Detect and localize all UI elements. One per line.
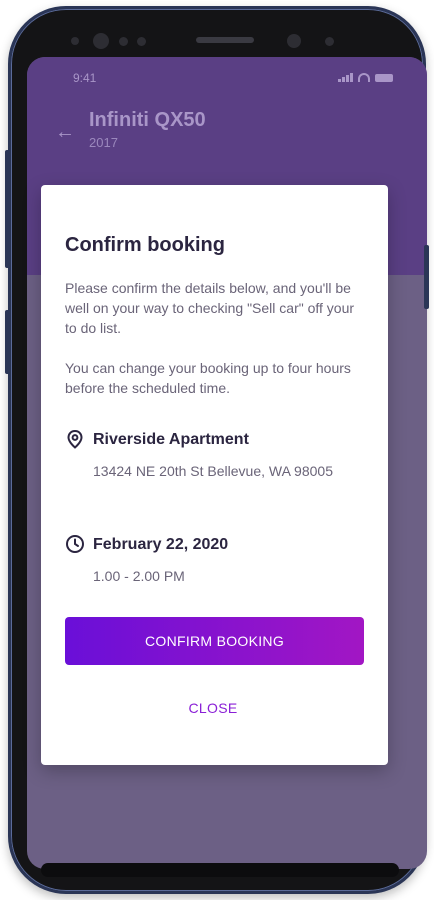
car-title: Infiniti QX50 bbox=[89, 109, 206, 131]
sensor-dot bbox=[325, 37, 334, 46]
sensor-dot bbox=[119, 37, 128, 46]
front-camera bbox=[93, 33, 109, 49]
booking-time: 1.00 - 2.00 PM bbox=[93, 568, 185, 584]
car-year: 2017 bbox=[89, 135, 118, 150]
dialog-title: Confirm booking bbox=[65, 234, 225, 256]
clock-icon bbox=[66, 535, 84, 553]
phone-bottom-bezel bbox=[41, 863, 399, 877]
booking-date: February 22, 2020 bbox=[93, 536, 229, 553]
dialog-description: Please confirm the details below, and yo… bbox=[65, 280, 355, 336]
volume-button bbox=[5, 150, 10, 268]
back-arrow-icon[interactable]: ← bbox=[55, 121, 75, 144]
location-address: 13424 NE 20th St Bellevue, WA 98005 bbox=[93, 463, 333, 479]
dialog-note: You can change your booking up to four h… bbox=[65, 360, 351, 396]
location-pin-icon bbox=[67, 429, 83, 449]
sensor-dot bbox=[137, 37, 146, 46]
status-time: 9:41 bbox=[73, 71, 97, 85]
front-camera bbox=[287, 34, 301, 48]
power-button bbox=[424, 245, 429, 309]
assistant-button bbox=[5, 310, 10, 374]
wifi-icon bbox=[358, 73, 370, 82]
sensor-dot bbox=[71, 37, 79, 45]
status-icons bbox=[338, 73, 393, 82]
location-name: Riverside Apartment bbox=[93, 431, 249, 448]
close-button[interactable]: CLOSE bbox=[163, 693, 263, 723]
confirm-booking-button[interactable]: CONFIRM BOOKING bbox=[65, 617, 364, 665]
signal-icon bbox=[338, 73, 353, 82]
earpiece-speaker bbox=[196, 37, 254, 43]
confirm-booking-dialog: Confirm booking Please confirm the detai… bbox=[41, 185, 388, 765]
battery-icon bbox=[375, 74, 393, 82]
phone-top-bezel bbox=[71, 29, 371, 55]
status-bar: 9:41 bbox=[73, 71, 393, 89]
